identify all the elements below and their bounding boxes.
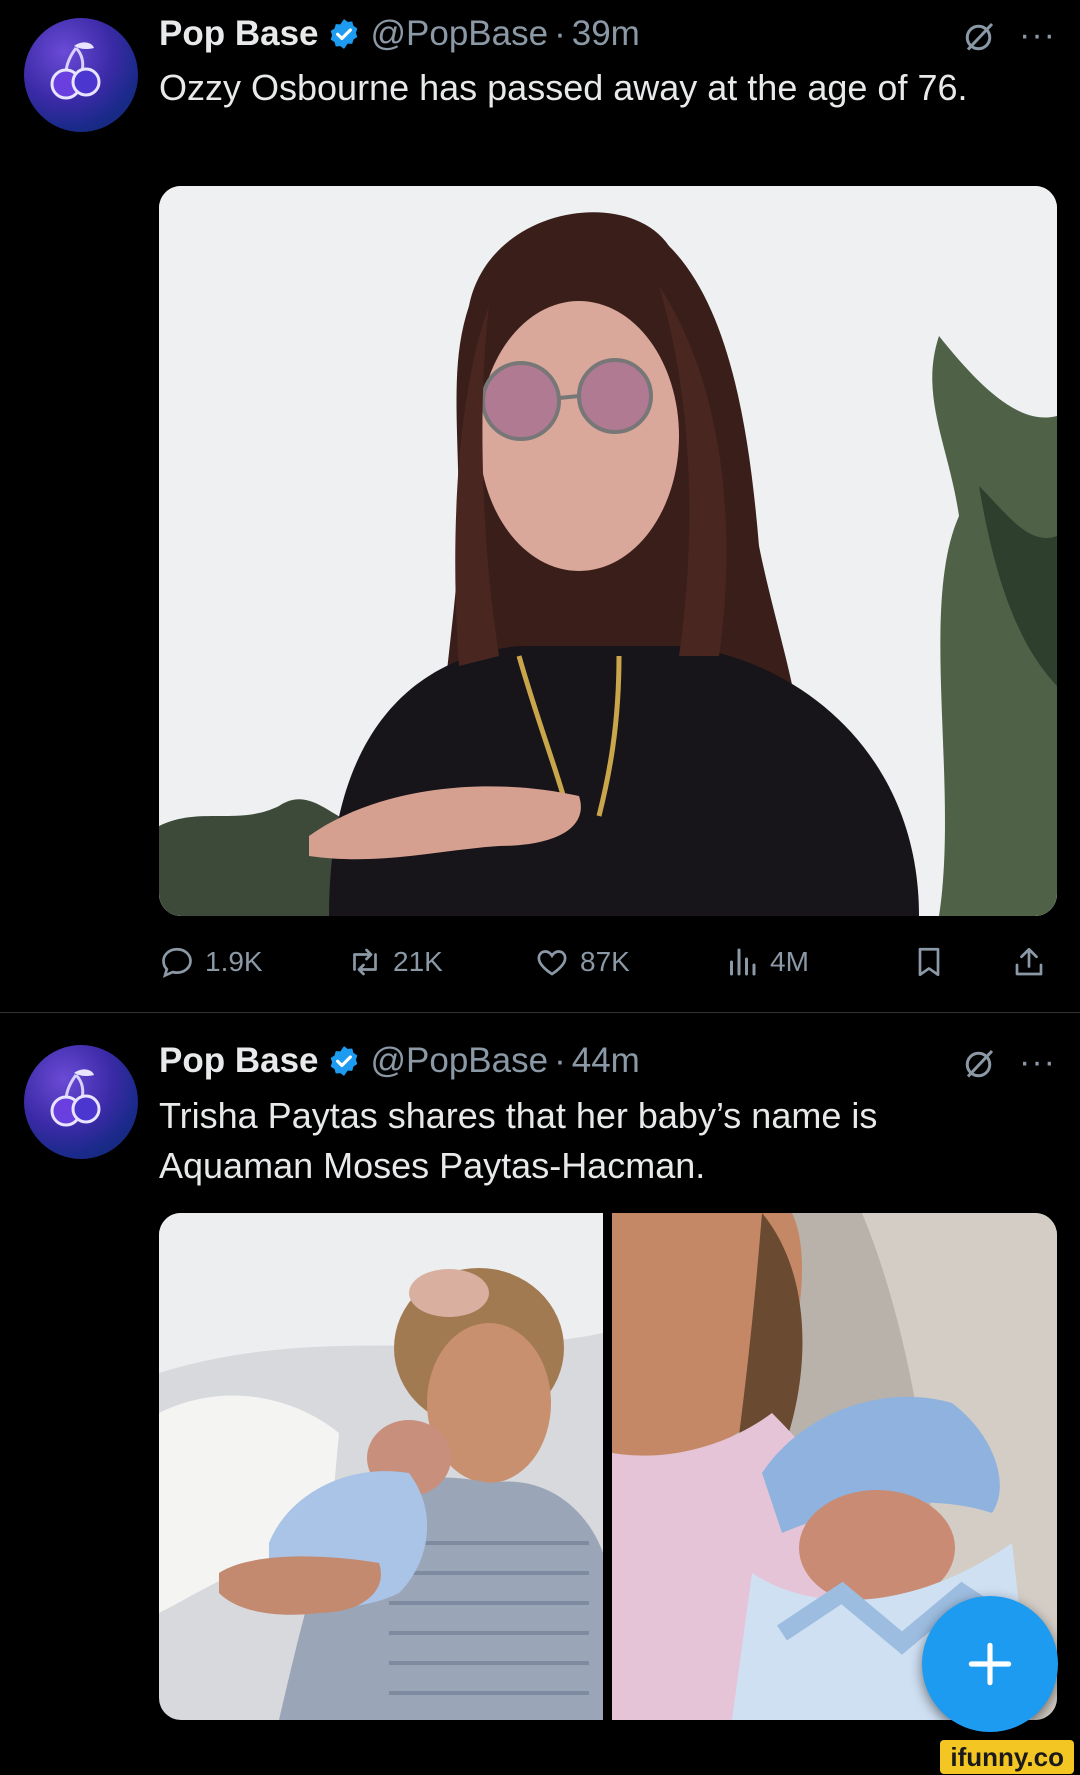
views-button[interactable]: 4M [724,940,809,984]
tweet-actions: 1.9K 21K 87K 4M [159,940,1057,984]
share-button[interactable] [1011,940,1057,984]
share-icon [1015,947,1043,976]
timestamp[interactable]: 44m [572,1041,640,1081]
more-options-icon[interactable]: ··· [1019,1043,1056,1082]
tweet-photo-grid [159,1213,1057,1720]
tweet-divider [0,1012,1080,1013]
author-handle[interactable]: @PopBase [371,1041,549,1081]
separator-dot: · [554,14,566,53]
author-name[interactable]: Pop Base [159,1041,319,1081]
views-icon [730,948,756,976]
reply-icon [162,947,192,978]
reply-button[interactable]: 1.9K [159,940,263,984]
heart-icon [537,950,567,976]
repost-icon [353,948,377,976]
avatar[interactable] [24,1045,138,1159]
verified-badge-icon [330,1046,357,1076]
reply-count: 1.9K [205,946,263,977]
author-name[interactable]: Pop Base [159,14,319,54]
author-handle[interactable]: @PopBase [371,14,549,54]
tweet-header: Pop Base @PopBase · 39m [159,12,640,56]
cherry-logo-icon [50,42,101,100]
tweet-header: Pop Base @PopBase · 44m [159,1039,640,1083]
tweet-photo[interactable] [159,186,1057,916]
repost-button[interactable]: 21K [347,940,443,984]
tweet-photo-left[interactable] [159,1213,603,1720]
plus-icon [968,1642,1012,1686]
tweet-1[interactable]: Pop Base @PopBase · 39m ··· Ozzy Osbourn… [0,0,1080,1010]
bottom-bar [0,1757,1080,1775]
cherry-logo-icon [50,1069,101,1127]
bookmark-icon [918,947,940,977]
grok-icon[interactable] [962,18,998,54]
grok-icon[interactable] [962,1045,998,1081]
verified-badge-icon [330,19,357,49]
views-count: 4M [770,946,809,977]
tweet-2[interactable]: Pop Base @PopBase · 44m ··· Trisha Payta… [0,1015,1080,1775]
like-button[interactable]: 87K [534,940,630,984]
like-count: 87K [580,946,630,977]
bookmark-button[interactable] [911,940,957,984]
ozzy-portrait-image [159,186,1057,916]
separator-dot: · [554,1041,566,1080]
tweet-text: Ozzy Osbourne has passed away at the age… [159,67,968,108]
hospital-bed-photo [159,1213,603,1720]
tweet-text: Trisha Paytas shares that her baby’s nam… [159,1095,878,1186]
compose-button[interactable] [922,1596,1058,1732]
more-options-icon[interactable]: ··· [1019,16,1056,55]
avatar[interactable] [24,18,138,132]
timestamp[interactable]: 39m [572,14,640,54]
repost-count: 21K [393,946,443,977]
ifunny-watermark: ifunny.co [940,1740,1074,1774]
